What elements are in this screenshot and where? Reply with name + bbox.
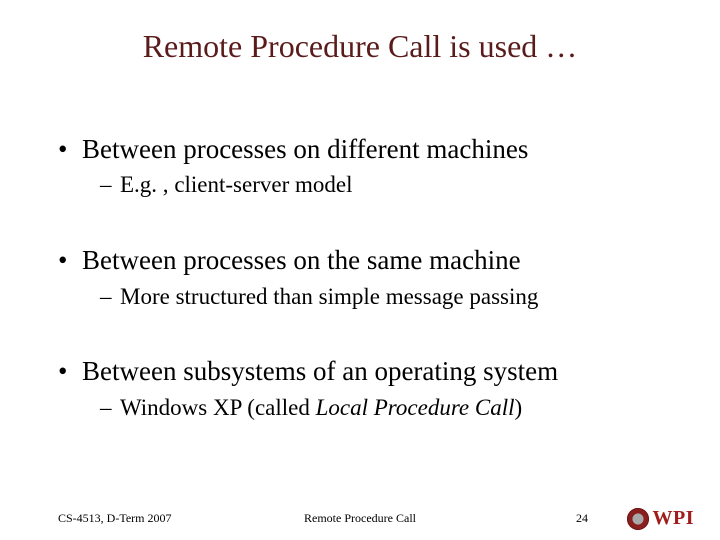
bullet-sub-text: client-server model — [174, 172, 352, 197]
bullet-level1: Between subsystems of an operating syste… — [58, 355, 680, 387]
wpi-logo-text: WPI — [653, 507, 695, 530]
slide-title: Remote Procedure Call is used … — [0, 28, 720, 65]
bullet-sub-text: ) — [515, 395, 523, 420]
bullet-sub-italic: Local Procedure Call — [316, 395, 515, 420]
bullet-level2: Windows XP (called Local Procedure Call) — [58, 394, 680, 423]
wpi-logo: WPI — [627, 507, 695, 530]
bullet-sub-text: E.g. , — [120, 172, 174, 197]
bullet-group: Between processes on the same machine Mo… — [58, 244, 680, 311]
bullet-group: Between subsystems of an operating syste… — [58, 355, 680, 422]
slide-body: Between processes on different machines … — [58, 115, 680, 422]
bullet-level2: More structured than simple message pass… — [58, 283, 680, 312]
bullet-level1: Between processes on different machines — [58, 133, 680, 165]
slide-footer: CS-4513, D-Term 2007 Remote Procedure Ca… — [0, 496, 720, 526]
bullet-level2: E.g. , client-server model — [58, 171, 680, 200]
bullet-sub-text: Windows XP (called — [120, 395, 316, 420]
bullet-group: Between processes on different machines … — [58, 133, 680, 200]
bullet-level1: Between processes on the same machine — [58, 244, 680, 276]
page-number: 24 — [576, 511, 588, 526]
wpi-seal-icon — [627, 508, 649, 530]
footer-center: Remote Procedure Call — [0, 511, 720, 526]
slide: Remote Procedure Call is used … Between … — [0, 0, 720, 540]
bullet-sub-text: More structured than simple message pass… — [120, 284, 538, 309]
